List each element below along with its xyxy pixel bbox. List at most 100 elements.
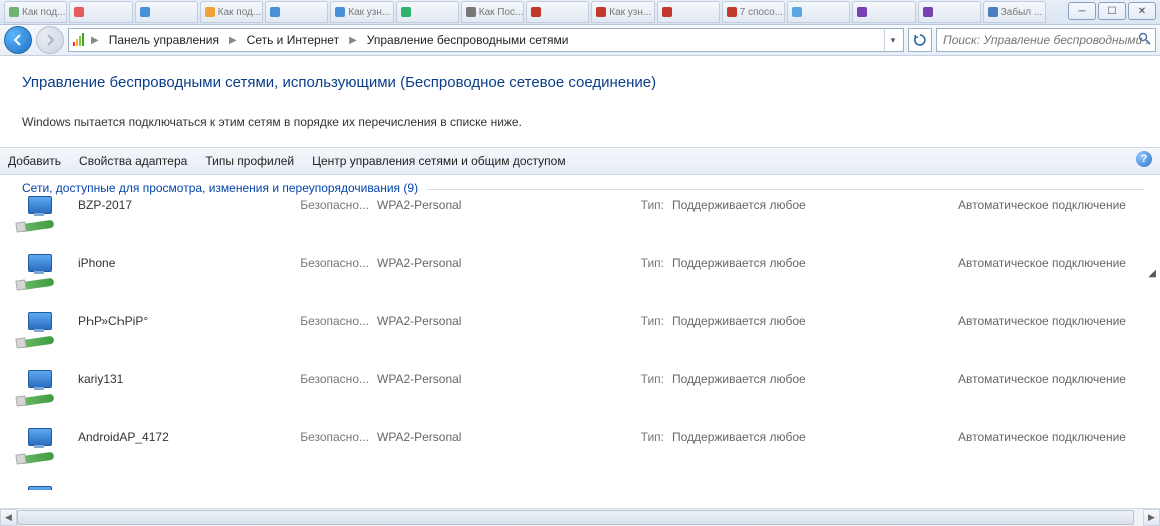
browser-tab[interactable]: [787, 1, 850, 23]
help-icon[interactable]: ?: [1136, 151, 1152, 167]
network-name: WiFi-Guest: [78, 486, 293, 490]
tab-label: Как под...: [218, 7, 261, 18]
browser-tab[interactable]: [526, 1, 589, 23]
network-row[interactable]: kariy131Безопасно...WPA2-PersonalТип:Под…: [0, 364, 1154, 422]
browser-tab[interactable]: Как Пос...: [461, 1, 524, 23]
breadcrumb-item[interactable]: Сеть и Интернет: [241, 29, 345, 51]
network-name: kariy131: [78, 370, 293, 386]
browser-tab[interactable]: 7 спосо...: [722, 1, 785, 23]
browser-tab[interactable]: [265, 1, 328, 23]
tab-label: Как узн...: [348, 7, 390, 18]
tab-favicon: [74, 7, 84, 17]
network-row[interactable]: РҺР»СҺРіР°Безопасно...WPA2-PersonalТип:П…: [0, 306, 1154, 364]
browser-tab[interactable]: Как под...: [200, 1, 263, 23]
breadcrumb-item[interactable]: Управление беспроводными сетями: [361, 29, 575, 51]
browser-tab[interactable]: [852, 1, 915, 23]
tab-favicon: [596, 7, 606, 17]
type-value: Поддерживается любое: [668, 254, 938, 270]
security-label: Безопасно...: [293, 370, 373, 386]
network-name: РҺР»СҺРіР°: [78, 312, 293, 328]
security-label: Безопасно...: [293, 486, 373, 490]
chevron-right-icon: ▶: [347, 35, 359, 46]
refresh-button[interactable]: [908, 28, 932, 52]
security-label: Безопасно...: [293, 312, 373, 328]
tab-favicon: [857, 7, 867, 17]
security-value: WPA2-Personal: [373, 196, 633, 212]
browser-tab[interactable]: Как узн...: [330, 1, 393, 23]
address-breadcrumb[interactable]: ▶ Панель управления ▶ Сеть и Интернет ▶ …: [68, 28, 904, 52]
add-button[interactable]: Добавить: [8, 152, 61, 170]
close-button[interactable]: ✕: [1128, 2, 1156, 20]
type-label: Тип:: [633, 196, 668, 212]
forward-button[interactable]: [36, 26, 64, 54]
browser-tab[interactable]: Как под...: [4, 1, 67, 23]
address-dropdown[interactable]: ▾: [884, 29, 901, 51]
profile-types-button[interactable]: Типы профилей: [205, 152, 294, 170]
browser-tab[interactable]: [69, 1, 132, 23]
minimize-button[interactable]: ─: [1068, 2, 1096, 20]
search-box[interactable]: [936, 28, 1156, 52]
type-value: Поддерживается любое: [668, 370, 938, 386]
type-value: Поддерживается любое: [668, 486, 938, 490]
network-list[interactable]: BZP-2017Безопасно...WPA2-PersonalТип:Под…: [0, 190, 1160, 490]
security-label: Безопасно...: [293, 196, 373, 212]
browser-tab[interactable]: [918, 1, 981, 23]
browser-tab[interactable]: Забыл ...: [983, 1, 1046, 23]
network-row[interactable]: AndroidAP_4172Безопасно...WPA2-PersonalТ…: [0, 422, 1154, 480]
breadcrumb-item[interactable]: Панель управления: [103, 29, 225, 51]
tab-label: Как узн...: [609, 7, 651, 18]
type-label: Тип:: [633, 312, 668, 328]
search-input[interactable]: [941, 32, 1151, 48]
security-label: Безопасно...: [293, 254, 373, 270]
back-button[interactable]: [4, 26, 32, 54]
section-header: Сети, доступные для просмотра, изменения…: [16, 181, 1138, 195]
tab-favicon: [727, 7, 737, 17]
type-label: Тип:: [633, 370, 668, 386]
security-value: WPA2-Personal: [373, 370, 633, 386]
horizontal-scrollbar[interactable]: ◀ ▶: [0, 508, 1160, 526]
network-row[interactable]: BZP-2017Безопасно...WPA2-PersonalТип:Под…: [0, 190, 1154, 248]
scroll-thumb[interactable]: [17, 510, 1134, 525]
browser-tab[interactable]: [135, 1, 198, 23]
browser-tab[interactable]: [657, 1, 720, 23]
scroll-left-arrow[interactable]: ◀: [0, 509, 17, 526]
wifi-bars-icon: [71, 32, 87, 48]
type-value: Поддерживается любое: [668, 428, 938, 444]
tab-favicon: [923, 7, 933, 17]
adapter-properties-button[interactable]: Свойства адаптера: [79, 152, 187, 170]
network-center-button[interactable]: Центр управления сетями и общим доступом: [312, 152, 566, 170]
browser-tab-strip: Как под... Как под... Как узн... Как Пос...…: [0, 0, 1160, 25]
page-description: Windows пытается подключаться к этим сет…: [22, 115, 1138, 129]
security-value: WPA2-Personal: [373, 312, 633, 328]
main-content: Управление беспроводными сетями, использ…: [0, 56, 1160, 511]
network-icon: [18, 196, 56, 232]
tab-label: Как Пос...: [479, 7, 524, 18]
maximize-button[interactable]: ☐: [1098, 2, 1126, 20]
security-value: WPA2-Personal: [373, 428, 633, 444]
scroll-right-arrow[interactable]: ▶: [1143, 509, 1160, 526]
network-row[interactable]: iPhoneБезопасно...WPA2-PersonalТип:Подде…: [0, 248, 1154, 306]
network-icon: [18, 428, 56, 464]
browser-tab[interactable]: [396, 1, 459, 23]
chevron-right-icon: ▶: [89, 35, 101, 46]
type-label: Тип:: [633, 486, 668, 490]
network-icon: [18, 486, 56, 490]
security-value: WPA2-Personal: [373, 486, 633, 490]
navigation-bar: ▶ Панель управления ▶ Сеть и Интернет ▶ …: [0, 25, 1160, 56]
type-label: Тип:: [633, 428, 668, 444]
network-name: AndroidAP_4172: [78, 428, 293, 444]
type-value: Поддерживается любое: [668, 312, 938, 328]
command-toolbar: Добавить Свойства адаптера Типы профилей…: [0, 147, 1160, 175]
network-row[interactable]: WiFi-GuestБезопасно...WPA2-PersonalТип:П…: [0, 480, 1154, 490]
tab-favicon: [531, 7, 541, 17]
tab-favicon: [988, 7, 998, 17]
tab-label: Забыл ...: [1001, 7, 1042, 18]
security-value: WPA2-Personal: [373, 254, 633, 270]
scroll-track[interactable]: [17, 509, 1143, 526]
network-icon: [18, 312, 56, 348]
tab-favicon: [335, 7, 345, 17]
network-name: iPhone: [78, 254, 293, 270]
browser-tab[interactable]: Как узн...: [591, 1, 654, 23]
tab-favicon: [401, 7, 411, 17]
window-controls: ─ ☐ ✕: [1068, 2, 1156, 20]
